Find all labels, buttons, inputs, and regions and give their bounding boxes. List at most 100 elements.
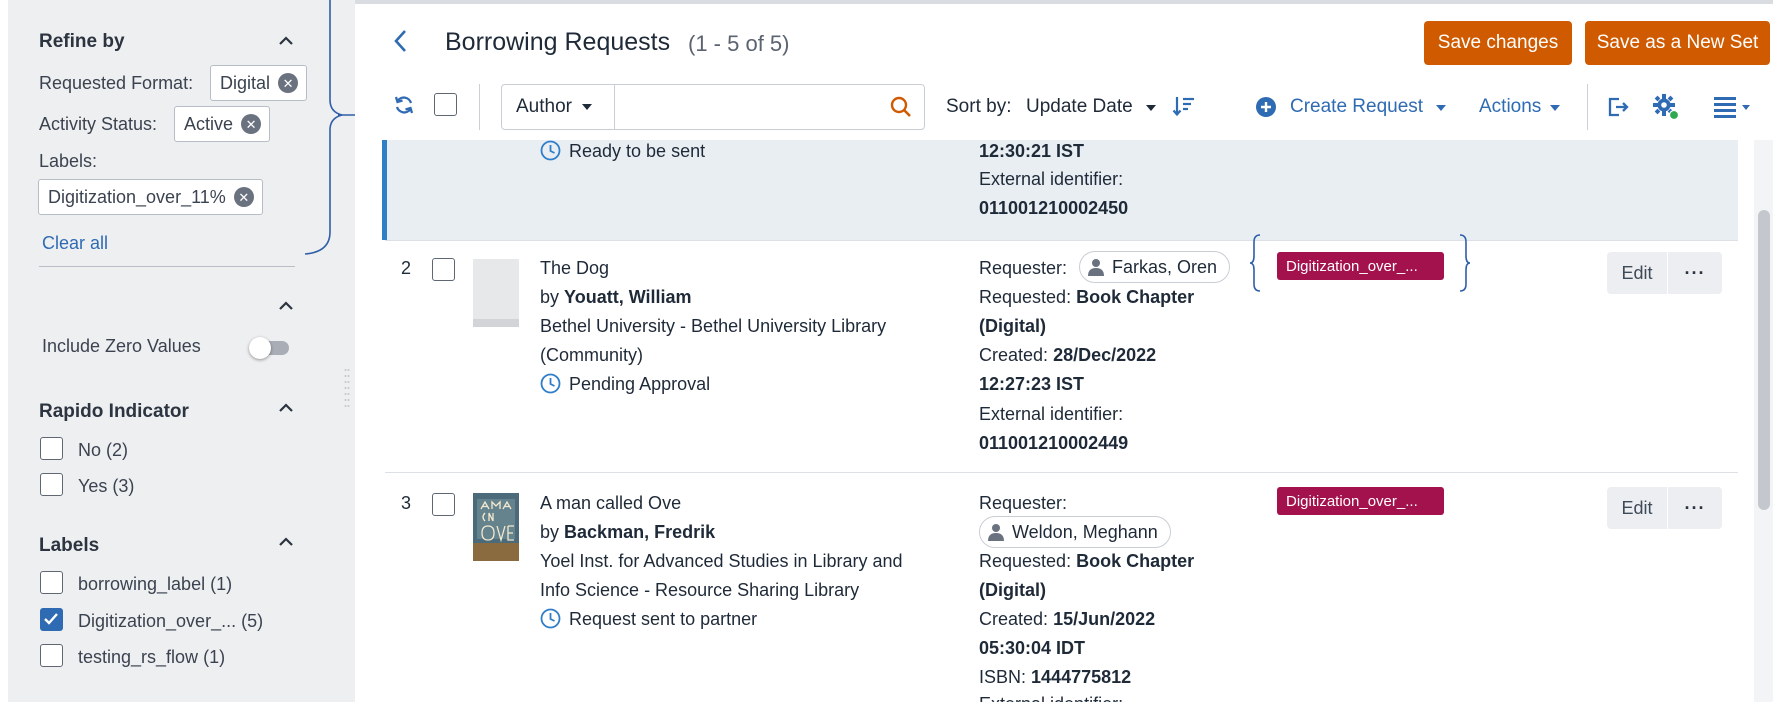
row3-edit-button[interactable]: Edit xyxy=(1607,487,1667,529)
row2-created-time: 12:27:23 IST xyxy=(979,374,1085,394)
back-icon[interactable] xyxy=(390,28,412,54)
actions-button[interactable]: Actions xyxy=(1479,96,1560,118)
toolbar-divider xyxy=(479,84,480,130)
row3-created: Created: 15/Jun/2022 xyxy=(979,609,1156,629)
row2-requester-chip[interactable]: Farkas, Oren xyxy=(1079,251,1231,283)
row2-library-line2: (Community) xyxy=(540,345,644,365)
chevron-up-icon[interactable] xyxy=(275,295,297,317)
caret-down-icon xyxy=(1549,105,1560,111)
save-as-new-set-button[interactable]: Save as a New Set xyxy=(1585,21,1770,65)
row2-author-line: by Youatt, William xyxy=(540,287,692,307)
search-field-dropdown[interactable]: Author xyxy=(501,84,615,130)
row2-ext-id: 011001210002449 xyxy=(979,433,1129,453)
row1-status: Ready to be sent xyxy=(569,141,706,161)
chevron-up-icon[interactable] xyxy=(275,397,297,419)
save-changes-button[interactable]: Save changes xyxy=(1424,21,1572,65)
clear-all-link[interactable]: Clear all xyxy=(42,233,108,254)
row3-created-time: 05:30:04 IDT xyxy=(979,638,1086,658)
row3-library-line2: Info Science - Resource Sharing Library xyxy=(540,580,860,600)
sort-by-label: Sort by: xyxy=(946,96,1012,117)
label-borrowing-option: borrowing_label (1) xyxy=(78,574,233,594)
label-borrowing-checkbox[interactable] xyxy=(40,571,63,594)
create-request-button[interactable]: Create Request xyxy=(1290,96,1447,118)
row3-book-cover xyxy=(473,493,519,561)
row2-edit-button[interactable]: Edit xyxy=(1607,252,1667,294)
row3-requester-name: Weldon, Meghann xyxy=(1012,521,1158,542)
row2-label-tag: Digitization_over_... xyxy=(1277,252,1444,280)
requested-format-label: Requested Format: xyxy=(39,73,194,93)
row3-status: Request sent to partner xyxy=(569,609,758,629)
labels-value: Digitization_over_11% xyxy=(48,186,226,207)
row3-requester-chip[interactable]: Weldon, Meghann xyxy=(979,516,1171,548)
labels-chip: Digitization_over_11% ✕ xyxy=(38,179,263,215)
check-icon xyxy=(44,613,58,625)
row2-more-button[interactable]: ··· xyxy=(1668,252,1722,294)
row2-title[interactable]: The Dog xyxy=(540,258,609,279)
row2-checkbox[interactable] xyxy=(432,258,455,281)
row2-cover-placeholder xyxy=(473,259,519,327)
search-icon[interactable] xyxy=(889,95,913,119)
export-icon[interactable] xyxy=(1606,95,1630,119)
label-digitization-option: Digitization_over_... (5) xyxy=(78,611,264,631)
labels-facet-title: Labels xyxy=(39,535,100,556)
labels-filter-label: Labels: xyxy=(39,151,98,171)
page-title: Borrowing Requests xyxy=(445,28,671,56)
rapido-no-checkbox[interactable] xyxy=(40,437,63,460)
row3-ext-id-label-partial: External identifier: xyxy=(979,694,1123,702)
clear-chip-icon[interactable]: ✕ xyxy=(241,114,262,134)
requested-format-value: Digital xyxy=(220,72,271,93)
clear-chip-icon[interactable]: ✕ xyxy=(233,187,254,207)
row3-label-tag: Digitization_over_... xyxy=(1277,487,1444,515)
row2-number: 2 xyxy=(401,258,412,278)
divider xyxy=(39,266,295,267)
person-icon xyxy=(988,524,1004,541)
chevron-up-icon[interactable] xyxy=(275,531,297,553)
activity-status-value: Active xyxy=(184,113,234,134)
refresh-icon[interactable] xyxy=(393,94,415,116)
annotation-bracket xyxy=(304,0,355,255)
person-icon xyxy=(1088,259,1104,276)
clock-icon xyxy=(540,373,561,394)
row2-library-line1: Bethel University - Bethel University Li… xyxy=(540,316,887,336)
row3-library-line1: Yoel Inst. for Advanced Studies in Libra… xyxy=(540,551,903,571)
toolbar-divider xyxy=(1587,84,1588,130)
row1-ext-id-label: External identifier: xyxy=(979,169,1124,189)
settings-gear-icon[interactable] xyxy=(1652,93,1680,121)
row2-requested-line2: (Digital) xyxy=(979,316,1046,336)
list-scrollbar-thumb[interactable] xyxy=(1758,210,1770,510)
row-divider xyxy=(385,472,1738,473)
select-all-checkbox[interactable] xyxy=(434,93,457,116)
row3-checkbox[interactable] xyxy=(432,493,455,516)
sort-descending-icon[interactable] xyxy=(1172,94,1196,118)
row1-ext-id: 011001210002450 xyxy=(979,198,1129,218)
rapido-yes-checkbox[interactable] xyxy=(40,473,63,496)
include-zero-values-label: Include Zero Values xyxy=(42,336,201,356)
row2-status: Pending Approval xyxy=(569,374,711,394)
row3-requester-label: Requester: xyxy=(979,493,1068,513)
sort-by-value: Update Date xyxy=(1026,96,1133,117)
caret-down-icon xyxy=(1145,105,1156,111)
row2-requester-label: Requester: xyxy=(979,258,1068,278)
row3-requested: Requested: Book Chapter xyxy=(979,551,1195,571)
row2-requester-name: Farkas, Oren xyxy=(1112,256,1218,277)
include-zero-values-toggle[interactable] xyxy=(249,337,289,359)
row2-ext-id-label: External identifier: xyxy=(979,404,1124,424)
row-divider xyxy=(385,240,1738,241)
sidebar-resize-handle[interactable] xyxy=(344,368,350,412)
search-input[interactable] xyxy=(614,84,925,130)
row2-requested: Requested: Book Chapter xyxy=(979,287,1195,307)
row3-title[interactable]: A man called Ove xyxy=(540,493,681,514)
row3-author-line: by Backman, Fredrik xyxy=(540,522,716,542)
row3-more-button[interactable]: ··· xyxy=(1668,487,1722,529)
row3-requested-line2: (Digital) xyxy=(979,580,1046,600)
label-digitization-checkbox[interactable] xyxy=(40,608,63,631)
list-view-icon[interactable] xyxy=(1714,96,1754,118)
label-testing-option: testing_rs_flow (1) xyxy=(78,647,226,667)
caret-down-icon xyxy=(581,104,592,110)
plus-circle-icon[interactable] xyxy=(1255,96,1277,118)
top-divider xyxy=(355,0,1773,4)
label-testing-checkbox[interactable] xyxy=(40,644,63,667)
sort-by-dropdown[interactable]: Update Date xyxy=(1026,96,1156,118)
toggle-knob xyxy=(249,337,271,359)
left-margin xyxy=(0,0,8,702)
